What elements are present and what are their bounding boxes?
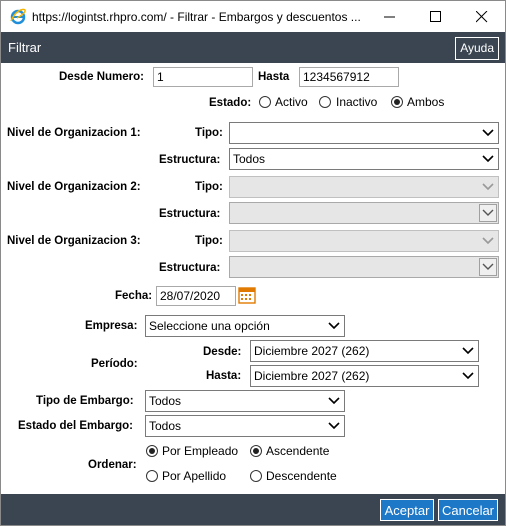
ie-icon [10,8,26,25]
nivel3-tipo-label: Tipo: [195,235,223,247]
chevron-down-icon [462,347,474,355]
hasta-label: Hasta [258,71,290,83]
estado-activo-radio[interactable] [259,96,271,108]
close-icon [476,11,488,23]
maximize-icon [430,11,441,22]
chevron-down-icon [482,263,494,270]
chevron-down-icon [328,397,340,405]
nivel2-estructura-label: Estructura: [159,208,221,220]
periodo-label: Período: [91,358,138,370]
estado-activo-label: Activo [275,95,308,109]
ordenar-label: Ordenar: [88,459,137,471]
chevron-down-icon [462,372,474,380]
ordenar-empleado-radio[interactable] [146,445,158,457]
fecha-label: Fecha: [115,290,153,302]
nivel1-estructura-label: Estructura: [159,154,221,166]
nivel3-estructura-label: Estructura: [159,262,221,274]
ordenar-apellido-label: Por Apellido [162,469,227,483]
dialog-footer: Aceptar Cancelar [1,494,505,525]
estado-embargo-select[interactable]: Todos [145,415,345,437]
dialog-title: Filtrar [8,40,42,55]
nivel3-estructura-select [229,256,499,278]
estado-embargo-value: Todos [149,419,182,433]
orden-ascendente-label: Ascendente [266,444,330,458]
ordenar-apellido-radio[interactable] [146,470,158,482]
chevron-down-icon [482,183,494,191]
nivel1-label: Nivel de Organizacion 1: [7,127,141,139]
periodo-desde-value: Diciembre 2027 (262) [254,344,370,358]
periodo-desde-label: Desde: [203,346,242,358]
accept-button[interactable]: Aceptar [380,499,434,521]
nivel1-tipo-label: Tipo: [195,127,223,139]
estado-inactivo-label: Inactivo [336,95,378,109]
title-bar: https://logintst.rhpro.com/ - Filtrar - … [1,1,505,32]
orden-descendente-label: Descendente [266,469,337,483]
calendar-icon[interactable] [238,286,256,304]
hasta-input[interactable]: 1234567912 [299,67,399,87]
maximize-button[interactable] [413,1,459,32]
periodo-hasta-select[interactable]: Diciembre 2027 (262) [250,365,479,387]
tipo-embargo-label: Tipo de Embargo: [36,395,134,407]
empresa-select[interactable]: Seleccione una opción [145,315,345,337]
nivel3-tipo-select [229,230,499,252]
window-title: https://logintst.rhpro.com/ - Filtrar - … [32,10,361,24]
close-button[interactable] [459,1,505,32]
empresa-value: Seleccione una opción [149,319,270,333]
periodo-hasta-label: Hasta: [206,370,242,382]
estado-label: Estado: [209,97,252,109]
minimize-icon [384,16,395,18]
chevron-down-icon [482,237,494,245]
fecha-input[interactable]: 28/07/2020 [156,286,236,306]
desde-numero-label: Desde Numero: [59,71,144,83]
ordenar-empleado-label: Por Empleado [162,444,239,458]
orden-ascendente-radio[interactable] [250,445,262,457]
cancel-button[interactable]: Cancelar [438,499,498,521]
periodo-desde-select[interactable]: Diciembre 2027 (262) [250,340,479,362]
nivel2-tipo-select [229,176,499,198]
minimize-button[interactable] [367,1,413,32]
filter-window: https://logintst.rhpro.com/ - Filtrar - … [0,0,506,526]
desde-numero-input[interactable]: 1 [153,67,253,87]
estado-inactivo-radio[interactable] [319,96,331,108]
estado-embargo-label: Estado del Embargo: [18,420,134,432]
chevron-down-icon [328,322,340,330]
estado-ambos-label: Ambos [407,95,445,109]
empresa-label: Empresa: [85,320,138,332]
dialog-header: Filtrar Ayuda [1,32,505,63]
orden-descendente-radio[interactable] [250,470,262,482]
help-button[interactable]: Ayuda [455,37,499,60]
estado-ambos-radio[interactable] [391,96,403,108]
chevron-down-icon [482,129,494,137]
nivel2-estructura-select [229,202,499,224]
periodo-hasta-value: Diciembre 2027 (262) [254,369,370,383]
nivel2-tipo-label: Tipo: [195,181,223,193]
nivel1-estructura-select[interactable]: Todos [229,148,499,170]
nivel1-estructura-value: Todos [233,152,266,166]
chevron-down-icon [328,422,340,430]
nivel2-label: Nivel de Organizacion 2: [7,181,141,193]
chevron-down-icon [482,209,494,216]
chevron-down-icon [482,155,494,163]
nivel1-tipo-select[interactable] [229,122,499,144]
tipo-embargo-value: Todos [149,394,182,408]
tipo-embargo-select[interactable]: Todos [145,390,345,412]
nivel3-label: Nivel de Organizacion 3: [7,235,141,247]
